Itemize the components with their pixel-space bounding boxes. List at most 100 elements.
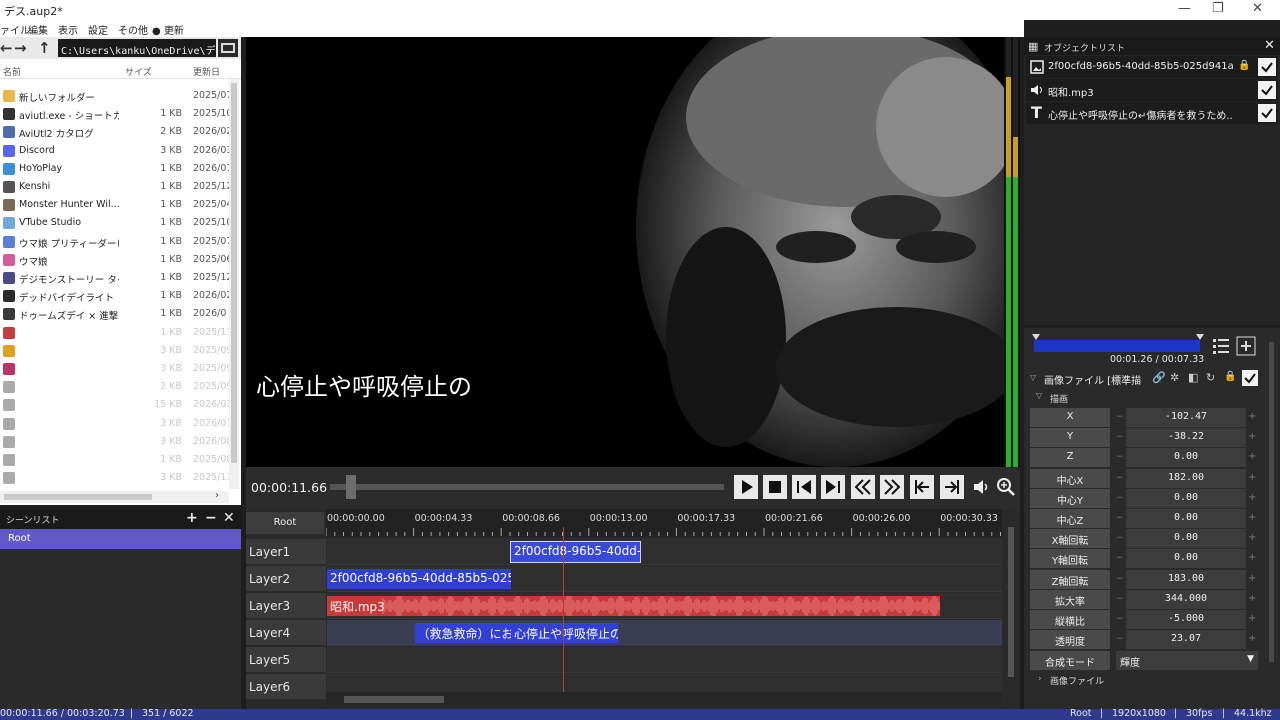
close-panel-icon[interactable]: ✕: [223, 510, 235, 526]
param-name[interactable]: X軸回転: [1030, 529, 1110, 549]
increment-icon[interactable]: +: [1248, 552, 1256, 563]
folder-icon[interactable]: [218, 39, 238, 57]
param-name[interactable]: X: [1030, 408, 1110, 427]
param-value[interactable]: 182.00: [1126, 468, 1246, 488]
link-icon[interactable]: 🔗: [1152, 371, 1166, 384]
decrement-icon[interactable]: −: [1116, 473, 1124, 483]
file-row[interactable]: ドゥームズデイ × 進撃... 1 KB 2026/0: [0, 305, 230, 323]
param-value[interactable]: -5.000: [1126, 610, 1246, 629]
add-effect-icon[interactable]: [1236, 336, 1256, 356]
increment-icon[interactable]: +: [1248, 613, 1256, 624]
lock-icon[interactable]: 🔒: [1238, 60, 1250, 71]
menu-view[interactable]: 表示: [58, 22, 78, 37]
menu-edit[interactable]: 編集: [28, 22, 48, 37]
param-value[interactable]: 183.00: [1126, 569, 1246, 589]
file-row[interactable]: ウマ娘 1 KB 2025/06: [0, 251, 230, 269]
file-row[interactable]: 3 KB 2025/09: [0, 360, 230, 378]
increment-icon[interactable]: +: [1248, 593, 1256, 604]
close-icon[interactable]: ✕: [1252, 1, 1263, 16]
file-row[interactable]: AviUtl2 カタログ 2 KB 2026/02: [0, 123, 230, 141]
menu-settings[interactable]: 設定: [88, 22, 108, 37]
file-row[interactable]: Discord 3 KB 2026/03: [0, 142, 230, 160]
param-name[interactable]: Z軸回転: [1030, 569, 1110, 589]
decrement-icon[interactable]: −: [1116, 634, 1124, 644]
timeline-ruler[interactable]: 00:00:00.00 00:00:04.33 00:00:08.66 00:00:1…: [326, 509, 1002, 537]
increment-icon[interactable]: +: [1248, 532, 1256, 543]
param-name[interactable]: Z: [1030, 448, 1110, 468]
param-value[interactable]: 0.00: [1126, 549, 1246, 569]
next-frame-button[interactable]: [821, 475, 845, 499]
column-size[interactable]: サイズ: [125, 65, 152, 78]
param-value[interactable]: 0.00: [1126, 529, 1246, 549]
object-item[interactable]: 2f00cfd8-96b5-40dd-85b5-025d941a0... 🔒: [1026, 56, 1278, 78]
file-row[interactable]: Kenshi 1 KB 2025/12: [0, 178, 230, 196]
play-button[interactable]: [734, 475, 758, 499]
layer-label[interactable]: Layer5: [246, 647, 326, 673]
layer-label[interactable]: Layer3: [246, 593, 326, 619]
explorer-vertical-scrollbar[interactable]: [229, 79, 239, 489]
file-row[interactable]: 15 KB 2026/03: [0, 396, 230, 414]
collapse-icon[interactable]: ▽: [1030, 373, 1036, 382]
file-row[interactable]: HoYoPlay 1 KB 2026/01: [0, 160, 230, 178]
param-name[interactable]: 透明度: [1030, 630, 1110, 650]
close-object-list-icon[interactable]: ✕: [1264, 38, 1275, 53]
increment-icon[interactable]: +: [1248, 492, 1256, 503]
video-preview[interactable]: 心停止や呼吸停止の: [246, 37, 1004, 467]
playhead[interactable]: [563, 527, 564, 697]
section-collapse-icon[interactable]: ▽: [1036, 391, 1042, 400]
go-to-start-button[interactable]: [910, 475, 934, 499]
object-item[interactable]: T 心停止や呼吸停止の↵傷病者を救うため...: [1026, 102, 1278, 124]
param-name[interactable]: 中心Y: [1030, 488, 1110, 508]
remove-scene-icon[interactable]: −: [205, 510, 217, 526]
expand-icon[interactable]: ›: [1038, 674, 1042, 684]
increment-icon[interactable]: +: [1248, 512, 1256, 523]
rewind-button[interactable]: [851, 475, 875, 499]
prev-frame-button[interactable]: [792, 475, 816, 499]
param-value[interactable]: -38.22: [1126, 428, 1246, 448]
file-row[interactable]: 3 KB 2026/01: [0, 415, 230, 433]
decrement-icon[interactable]: −: [1116, 614, 1124, 624]
object-seek-bar[interactable]: [1034, 340, 1200, 352]
menu-file[interactable]: ァイル: [0, 22, 30, 37]
param-value[interactable]: 0.00: [1126, 448, 1246, 468]
layer-lane[interactable]: 2f00cfd8-96b5-40dd-85l: [327, 539, 1002, 565]
layer-lane[interactable]: 2f00cfd8-96b5-40dd-85b5-025d94: [327, 566, 1002, 592]
file-row[interactable]: 2 KB 2025/09: [0, 378, 230, 396]
decrement-icon[interactable]: −: [1116, 412, 1124, 422]
zoom-icon[interactable]: [996, 477, 1016, 497]
object-visible-checkbox[interactable]: [1258, 81, 1276, 99]
settings-scrollbar[interactable]: [1266, 340, 1276, 690]
blend-mode-select[interactable]: 輝度 ▼: [1116, 651, 1258, 670]
stop-button[interactable]: [763, 475, 787, 499]
seek-thumb[interactable]: [346, 475, 356, 499]
object-visible-checkbox[interactable]: [1258, 104, 1276, 122]
column-date[interactable]: 更新日: [193, 65, 220, 78]
minimize-icon[interactable]: —: [1178, 1, 1191, 16]
decrement-icon[interactable]: −: [1116, 533, 1124, 543]
add-scene-icon[interactable]: +: [186, 510, 198, 526]
file-row[interactable]: Monster Hunter Wil... 1 KB 2025/04: [0, 196, 230, 214]
timeline-clip[interactable]: 2f00cfd8-96b5-40dd-85b5-025d94: [327, 569, 511, 589]
timeline-clip[interactable]: 心停止や呼吸停止の: [510, 623, 619, 643]
decrement-icon[interactable]: −: [1116, 493, 1124, 503]
menu-other[interactable]: その他: [118, 22, 148, 37]
layer-label[interactable]: Layer1: [246, 539, 326, 565]
column-name[interactable]: 名前: [3, 65, 21, 78]
layer-lane[interactable]: 昭和.mp3: [327, 593, 1002, 619]
param-name[interactable]: 中心X: [1030, 468, 1110, 488]
back-arrow-icon[interactable]: ←: [0, 39, 13, 57]
up-arrow-icon[interactable]: ↑: [38, 39, 51, 57]
param-name[interactable]: 縦横比: [1030, 610, 1110, 629]
forward-arrow-icon[interactable]: →: [14, 39, 27, 57]
file-row[interactable]: ウマ娘 プリティーダービー 1 KB 2025/07: [0, 233, 230, 251]
list-icon[interactable]: [1211, 336, 1231, 356]
file-row[interactable]: 3 KB 2026/08: [0, 433, 230, 451]
increment-icon[interactable]: +: [1248, 431, 1256, 442]
param-value[interactable]: 0.00: [1126, 509, 1246, 528]
audio-clip[interactable]: 昭和.mp3: [327, 596, 941, 616]
settings-lock-icon[interactable]: 🔒: [1224, 371, 1236, 382]
layer-label[interactable]: Layer2: [246, 566, 326, 592]
file-row[interactable]: 3 KB 2025/09: [0, 342, 230, 360]
decrement-icon[interactable]: −: [1116, 594, 1124, 604]
param-name[interactable]: 中心Z: [1030, 509, 1110, 528]
